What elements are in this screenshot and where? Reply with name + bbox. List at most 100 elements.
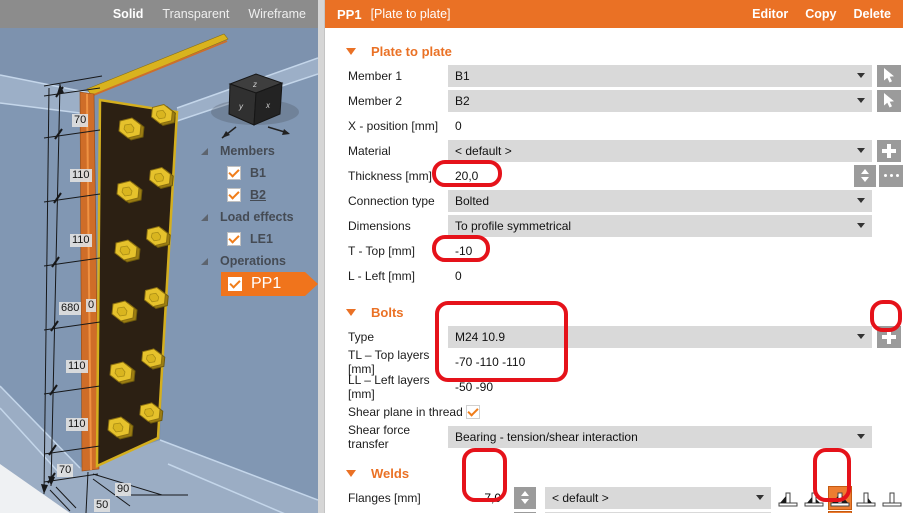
section-title: Bolts	[371, 305, 404, 320]
tree-item-label: B1	[250, 166, 266, 180]
top-layers-input[interactable]: -70 -110 -110	[448, 355, 525, 369]
view-mode-solid[interactable]: Solid	[113, 7, 144, 21]
chevron-down-icon	[857, 222, 865, 228]
x-position-input[interactable]: 0	[448, 119, 462, 133]
material-dropdown[interactable]: < default >	[448, 139, 872, 162]
field-label: Dimensions	[348, 218, 411, 233]
section-plate-to-plate[interactable]: Plate to plate	[325, 40, 903, 63]
flanges-size-input[interactable]: 7,0	[470, 486, 506, 509]
tree-item-b1[interactable]: B1	[195, 162, 318, 184]
add-bolt-type-button[interactable]	[877, 325, 901, 348]
dim-label: 110	[70, 169, 92, 182]
collapse-triangle-icon[interactable]	[201, 213, 208, 221]
shear-transfer-dropdown[interactable]: Bearing - tension/shear interaction	[448, 425, 872, 448]
weld-type-fillet-icon[interactable]	[777, 487, 799, 509]
tree-group-load-effects[interactable]: Load effects	[195, 206, 318, 228]
field-label: Connection type	[348, 193, 435, 208]
panel-splitter[interactable]	[318, 0, 325, 513]
section-bolts[interactable]: Bolts	[325, 301, 903, 324]
member2-value: B2	[455, 93, 470, 108]
editor-button[interactable]: Editor	[752, 7, 788, 21]
field-label: TL – Top layers [mm]	[348, 347, 430, 376]
left-layers-input[interactable]: -50 -90	[448, 380, 493, 394]
row-member2: Member 2 B2	[325, 88, 903, 113]
member2-dropdown[interactable]: B2	[448, 89, 872, 112]
row-top-layers: TL – Top layers [mm] -70 -110 -110	[325, 347, 903, 376]
view-mode-toolbar: Solid Transparent Wireframe	[0, 0, 318, 28]
chevron-down-icon	[756, 494, 764, 500]
tree-group-members[interactable]: Members	[195, 140, 318, 162]
pick-member2-button[interactable]	[877, 89, 901, 112]
tree-item-le1[interactable]: LE1	[195, 228, 318, 250]
collapse-triangle-icon[interactable]	[201, 257, 208, 265]
flanges-stepper[interactable]	[514, 486, 536, 509]
checkbox-le1[interactable]	[227, 232, 241, 246]
field-label: Shear plane in thread	[348, 404, 463, 419]
chevron-down-icon	[857, 197, 865, 203]
left-column: Solid Transparent Wireframe z y x 0 70 1…	[0, 0, 318, 513]
tree-group-label: Load effects	[220, 210, 294, 224]
thickness-stepper[interactable]	[854, 164, 876, 187]
connection-type-dropdown[interactable]: Bolted	[448, 189, 872, 212]
model-tree: Members B1 B2 Load effects LE1 Operation…	[195, 140, 318, 296]
row-material: Material < default >	[325, 138, 903, 163]
tree-item-b2[interactable]: B2	[195, 184, 318, 206]
flanges-material-dropdown[interactable]: < default >	[545, 486, 771, 509]
checkbox-b1[interactable]	[227, 166, 241, 180]
weld-type-fillet-rear-icon[interactable]	[803, 487, 825, 509]
operation-id: PP1	[337, 6, 362, 22]
field-label: Shear force transfer	[348, 422, 411, 451]
view-mode-wireframe[interactable]: Wireframe	[248, 7, 306, 21]
t-top-input[interactable]: -10	[448, 244, 472, 258]
collapse-triangle-icon[interactable]	[201, 147, 208, 155]
flange-weld-type-group	[777, 485, 903, 510]
field-label: L - Left [mm]	[348, 268, 415, 283]
weld-type-double-fillet-icon[interactable]	[828, 485, 852, 510]
section-collapse-icon[interactable]	[346, 48, 356, 55]
pick-member1-button[interactable]	[877, 64, 901, 87]
dim-label: 70	[72, 114, 89, 127]
add-material-button[interactable]	[877, 139, 901, 162]
thickness-more-button[interactable]	[879, 164, 903, 187]
row-connection-type: Connection type Bolted	[325, 188, 903, 213]
field-label: Type	[348, 329, 375, 344]
3d-viewport[interactable]: z y x 0 70 110 110 680 110 110 70 90 50 …	[0, 28, 318, 513]
checkbox-b2[interactable]	[227, 188, 241, 202]
field-label: Thickness [mm]	[348, 168, 433, 183]
chevron-down-icon	[857, 97, 865, 103]
cube-z-label: z	[252, 80, 257, 89]
delete-button[interactable]: Delete	[853, 7, 891, 21]
section-welds[interactable]: Welds	[325, 462, 903, 485]
dim-label: 110	[66, 360, 88, 373]
tree-item-pp1[interactable]: PP1	[195, 272, 318, 296]
row-member1: Member 1 B1	[325, 63, 903, 88]
dim-label: 90	[115, 483, 132, 496]
shear-plane-checkbox[interactable]	[466, 404, 480, 419]
field-label: T - Top [mm]	[348, 243, 415, 258]
pp1-selected-banner[interactable]: PP1	[221, 272, 318, 296]
cursor-icon	[883, 93, 894, 108]
weld-type-none-icon[interactable]	[881, 487, 903, 509]
dimensions-value: To profile symmetrical	[455, 218, 572, 233]
l-left-input[interactable]: 0	[448, 269, 462, 283]
member1-value: B1	[455, 68, 470, 83]
properties-panel: PP1 [Plate to plate] Editor Copy Delete …	[325, 0, 903, 513]
dimensions-dropdown[interactable]: To profile symmetrical	[448, 214, 872, 237]
tree-group-operations[interactable]: Operations	[195, 250, 318, 272]
section-collapse-icon[interactable]	[346, 470, 356, 477]
checkbox-pp1[interactable]	[228, 277, 242, 291]
bolt-type-dropdown[interactable]: M24 10.9	[448, 325, 872, 348]
thickness-input[interactable]: 20,0	[448, 169, 478, 183]
row-t-top: T - Top [mm] -10	[325, 238, 903, 263]
flanges-material-value: < default >	[552, 490, 609, 505]
weld-type-bevel-icon[interactable]	[855, 487, 877, 509]
dim-label: 50	[94, 499, 111, 512]
field-label: LL – Left layers [mm]	[348, 372, 430, 401]
view-mode-transparent[interactable]: Transparent	[162, 7, 229, 21]
row-l-left: L - Left [mm] 0	[325, 263, 903, 288]
copy-button[interactable]: Copy	[805, 7, 836, 21]
field-label: X - position [mm]	[348, 118, 439, 133]
section-collapse-icon[interactable]	[346, 309, 356, 316]
member1-dropdown[interactable]: B1	[448, 64, 872, 87]
field-label: Member 2	[348, 93, 403, 108]
